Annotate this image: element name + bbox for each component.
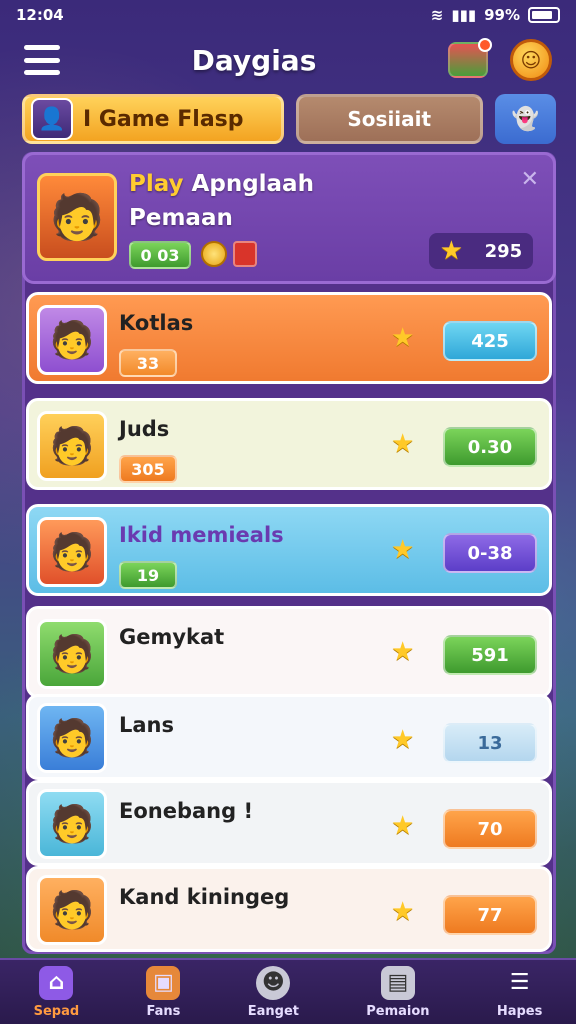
bottom-nav: ⌂ Sepad ▣ Fans ☻ Eanget ▤ Pemaion ☰ Hape… — [0, 958, 576, 1024]
coin-icon[interactable]: ☺ — [509, 39, 552, 81]
list-item[interactable]: 🧑 Kotlas 33 ★ 425 — [26, 292, 552, 384]
ghost-icon[interactable]: 👻 — [494, 94, 556, 144]
star-icon: ★ — [439, 236, 464, 266]
player-pill: 19 — [119, 561, 177, 589]
gift-box-icon — [233, 241, 257, 267]
home-icon: ⌂ — [39, 965, 74, 1000]
player-value[interactable]: 591 — [443, 635, 537, 675]
player-value[interactable]: 425 — [443, 321, 537, 361]
list-item[interactable]: 🧑 Ikid memieals 19 ★ 0-38 — [26, 504, 552, 596]
star-icon: ★ — [391, 429, 415, 459]
star-icon: ★ — [391, 725, 415, 755]
player-name: Kand kiningeg — [119, 885, 290, 909]
avatar: 🧑 — [37, 703, 107, 773]
tab-social[interactable]: Sosiiait — [295, 94, 483, 144]
coin-icon — [201, 241, 227, 267]
battery-text: 99% — [484, 6, 520, 24]
signal-icon: ▮▮▮ — [451, 6, 477, 24]
tab-bar: 👤 I Game Flasp Sosiiait 👻 — [22, 94, 556, 144]
hero-name: Play Apnglaah — [129, 171, 314, 197]
gift-icon[interactable] — [447, 38, 492, 78]
hero-score: ★ 295 — [429, 233, 533, 269]
menu-icon[interactable] — [24, 45, 60, 75]
nav-item-pemaion[interactable]: ▤ Pemaion — [366, 965, 430, 1019]
list-icon: ☰ — [509, 970, 530, 995]
player-name: Kotlas — [119, 311, 194, 335]
player-value[interactable]: 77 — [443, 895, 537, 935]
nav-item-eanget[interactable]: ☻ Eanget — [248, 965, 299, 1019]
avatar: 🧑 — [37, 875, 107, 945]
close-icon[interactable]: ✕ — [521, 167, 539, 192]
tab-game-label: I Game Flasp — [83, 106, 244, 132]
battery-icon — [528, 7, 560, 23]
avatar: 🧑 — [37, 411, 107, 481]
list-item[interactable]: 🧑 Lans ★ 13 — [26, 694, 552, 780]
nav-item-sepad[interactable]: ⌂ Sepad — [34, 965, 79, 1019]
header: Daygias ☺ — [0, 34, 576, 86]
chest-icon: ▣ — [146, 965, 181, 1000]
star-icon: ★ — [391, 897, 415, 927]
hero-card[interactable]: 🧑 Play Apnglaah Pemaan 0 03 ✕ ★ 295 — [22, 152, 556, 284]
player-name: Lans — [119, 713, 175, 737]
avatar: 🧑 — [37, 619, 107, 689]
player-name: Juds — [119, 417, 170, 441]
hero-avatar: 🧑 — [37, 173, 117, 261]
player-value[interactable]: 13 — [443, 723, 537, 763]
player-value[interactable]: 0.30 — [443, 427, 537, 467]
player-pill: 33 — [119, 349, 177, 377]
list-item[interactable]: 🧑 Eonebang ! ★ 70 — [26, 780, 552, 866]
avatar: 🧑 — [37, 517, 107, 587]
hero-subtitle: Pemaan — [129, 205, 233, 231]
tab-game[interactable]: 👤 I Game Flasp — [22, 94, 284, 144]
list-item[interactable]: 🧑 Gemykat ★ 591 — [26, 606, 552, 698]
status-bar: 12:04 ≋ ▮▮▮ 99% — [0, 0, 576, 30]
player-name: Gemykat — [119, 625, 225, 649]
nav-item-fans[interactable]: ▣ Fans — [146, 965, 181, 1019]
player-name: Eonebang ! — [119, 799, 254, 823]
star-icon: ★ — [391, 637, 415, 667]
hero-badge: 0 03 — [129, 241, 191, 269]
wifi-icon: ≋ — [430, 6, 444, 24]
list-item[interactable]: 🧑 Kand kiningeg ★ 77 — [26, 866, 552, 952]
player-name: Ikid memieals — [119, 523, 284, 547]
star-icon: ★ — [391, 811, 415, 841]
bag-icon: ▤ — [380, 965, 415, 1000]
nav-item-hapes[interactable]: ☰ Hapes — [497, 966, 543, 1019]
avatar: 🧑 — [37, 305, 107, 375]
list-item[interactable]: 🧑 Juds 305 ★ 0.30 — [26, 398, 552, 490]
page-title: Daygias — [191, 43, 317, 77]
player-value[interactable]: 0-38 — [443, 533, 537, 573]
avatar-icon: 👤 — [31, 98, 73, 140]
clock: 12:04 — [16, 6, 64, 24]
star-icon: ★ — [391, 535, 415, 565]
player-pill: 305 — [119, 455, 177, 483]
star-icon: ★ — [391, 323, 415, 353]
face-icon: ☻ — [256, 965, 291, 1000]
player-value[interactable]: 70 — [443, 809, 537, 849]
avatar: 🧑 — [37, 789, 107, 859]
